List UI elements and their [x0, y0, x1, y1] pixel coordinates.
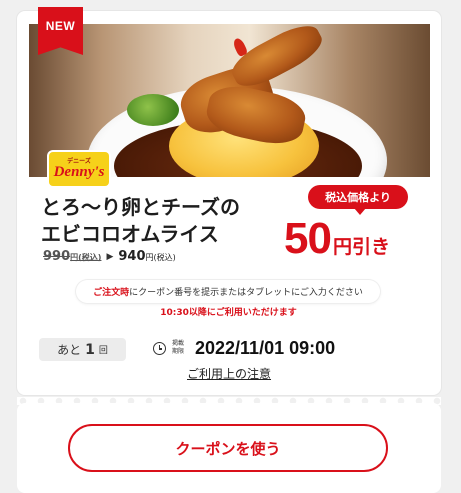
dennys-logo: デニーズ Denny's	[49, 152, 109, 186]
usage-caution-link[interactable]: ご利用上の注意	[187, 365, 271, 382]
shrimp-tail	[231, 36, 249, 58]
old-price-unit: 円(税込)	[70, 253, 102, 262]
new-price-unit: 円(税込)	[145, 253, 176, 262]
product-title: とろ～り卵とチーズの エビコロオムライス	[41, 194, 281, 248]
expiry-datetime: 2022/11/01 09:00	[195, 338, 336, 358]
discount-unit: 円引き	[332, 236, 390, 258]
order-notice-highlight: ご注文時	[93, 288, 130, 298]
new-price-value: 940	[118, 249, 146, 264]
remaining-count: 1	[85, 341, 95, 358]
price-line: 990円(税込) ▶ 940円(税込)	[43, 249, 176, 264]
remaining-suffix: 回	[98, 346, 108, 356]
garnish-greens	[127, 94, 179, 126]
logo-text: Denny's	[53, 163, 105, 180]
remaining-prefix: あと	[57, 343, 82, 357]
tax-included-pill: 税込価格より	[308, 185, 408, 215]
order-notice-text: にクーポン番号を提示またはタブレットにご入力ください	[129, 288, 363, 298]
use-coupon-button[interactable]: クーポンを使う	[68, 424, 388, 472]
discount-amount: 50 円引き	[284, 214, 390, 264]
remaining-uses-badge: あと 1 回	[39, 338, 126, 361]
arrow-right-icon: ▶	[106, 251, 114, 262]
new-price: 940円(税込)	[118, 249, 175, 264]
fried-shrimp	[226, 24, 328, 95]
old-price-value: 990	[43, 249, 71, 264]
product-title-line1: とろ～り卵とチーズの	[41, 195, 240, 219]
clock-icon	[153, 342, 166, 355]
order-notice: ご注文時 にクーポン番号を提示またはタブレットにご入力ください	[76, 280, 380, 303]
availability-time-note: 10:30以降にご利用いただけます	[160, 308, 297, 318]
expiry-label: 掲載期限	[172, 340, 185, 355]
tax-included-label: 税込価格より	[325, 191, 391, 204]
discount-value: 50	[284, 214, 332, 263]
product-title-line2: エビコロオムライス	[41, 222, 219, 246]
old-price: 990円(税込)	[43, 249, 101, 264]
